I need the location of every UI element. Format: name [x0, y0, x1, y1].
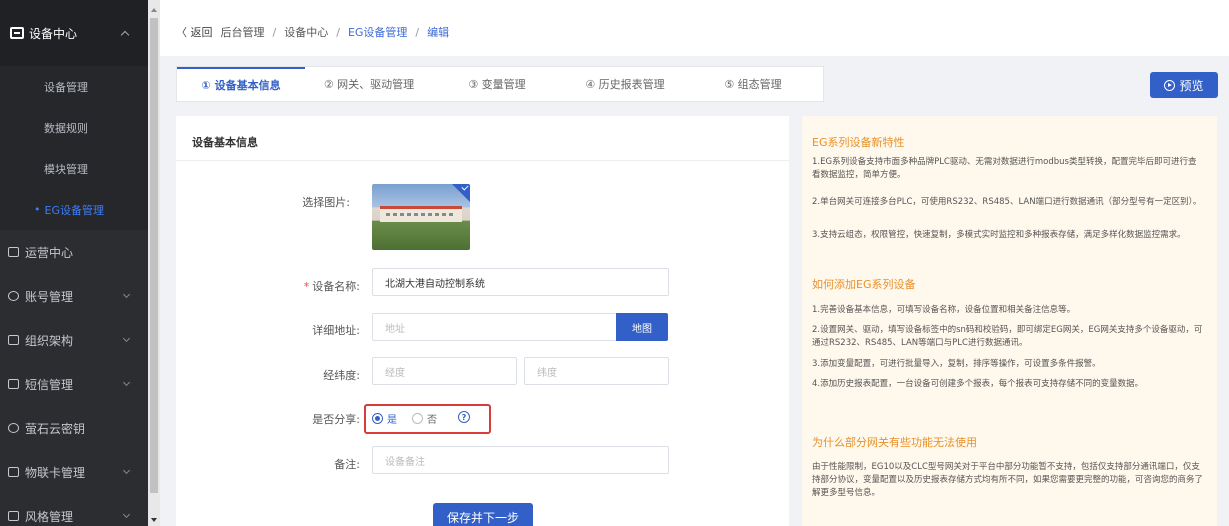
info-heading-features: EG系列设备新特性 [812, 136, 905, 149]
tab-variables[interactable]: ③ 变量管理 [433, 67, 561, 101]
latitude-input[interactable]: 纬度 [524, 357, 669, 385]
required-mark: * [303, 280, 310, 293]
share-yes-label: 是 [387, 415, 397, 426]
top-bar: 〈 返回 后台管理 / 设备中心 / EG设备管理 / 编辑 [160, 0, 1229, 56]
info-heading-how-to-add: 如何添加EG系列设备 [812, 278, 916, 291]
back-link[interactable]: 〈 返回 [176, 24, 213, 40]
preview-button[interactable]: 预览 [1150, 72, 1218, 98]
tab-history-reports[interactable]: ④ 历史报表管理 [561, 67, 689, 101]
play-circle-icon [1164, 79, 1176, 91]
scroll-down-arrow-icon[interactable] [151, 518, 157, 522]
users-icon [8, 291, 19, 301]
sidebar-scrollbar[interactable] [148, 0, 160, 526]
section-title: 设备基本信息 [192, 136, 258, 149]
address-label: 详细地址: [312, 324, 360, 337]
tab-configuration[interactable]: ⑤ 组态管理 [689, 67, 817, 101]
info-text: 2.单台网关可连接多台PLC，可使用RS232、RS485、LAN端口进行数据通… [812, 197, 1202, 207]
breadcrumb-separator: / [415, 25, 420, 39]
breadcrumb-item-edit: 编辑 [427, 26, 450, 39]
share-no-radio[interactable]: 否 [412, 411, 437, 426]
breadcrumb-item-eg-device[interactable]: EG设备管理 [348, 24, 407, 40]
device-image-picker[interactable] [372, 184, 470, 250]
address-input[interactable]: 地址 [372, 313, 617, 341]
sidebar-item-label: 萤石云密钥 [25, 421, 86, 436]
monitor-icon [10, 27, 24, 39]
chevron-down-icon [122, 290, 131, 299]
remark-input[interactable]: 设备备注 [372, 446, 669, 474]
sidebar: 设备中心 设备管理 数据规则 模块管理 EG设备管理 运营中心 账号管理 组织架… [0, 0, 148, 526]
share-no-label: 否 [427, 415, 437, 426]
card-icon [8, 467, 19, 477]
chevron-down-icon [122, 378, 131, 387]
info-text: 3.支持云组态，权限管控，快速复制，多模式实时监控和多种报表存储，满足多样化数据… [812, 230, 1186, 240]
tab-basic-info[interactable]: ① 设备基本信息 [177, 67, 305, 101]
info-text: 4.添加历史报表配置，一台设备可创建多个报表，每个报表可支持存储不同的变量数据。 [812, 379, 1144, 389]
breadcrumb-item-admin[interactable]: 后台管理 [221, 24, 265, 40]
map-button[interactable]: 地图 [616, 313, 668, 341]
share-yes-radio[interactable]: 是 [372, 411, 397, 426]
info-text: 1.EG系列设备支持市面多种品牌PLC驱动、无需对数据进行modbus类型转换，… [812, 157, 1197, 180]
sidebar-item-label: 物联卡管理 [25, 465, 86, 480]
breadcrumb-separator: / [272, 25, 277, 39]
org-chart-icon [8, 335, 19, 345]
scroll-up-arrow-icon[interactable] [151, 8, 157, 12]
radio-unchecked-icon [412, 413, 423, 424]
breadcrumb-item-device-center[interactable]: 设备中心 [284, 24, 328, 40]
info-text: 3.添加变量配置，可进行批量导入，复制，排序等操作，可设置多条件报警。 [812, 359, 1101, 369]
divider [176, 160, 789, 161]
info-text: 1.完善设备基本信息，可填写设备名称，设备位置和相关备注信息等。 [812, 305, 1076, 315]
info-heading-why-limited: 为什么部分网关有些功能无法使用 [812, 436, 977, 449]
sidebar-item-style[interactable]: 风格管理 [0, 494, 148, 526]
chevron-down-icon [122, 466, 131, 475]
chevron-down-icon [122, 334, 131, 343]
sidebar-item-org[interactable]: 组织架构 [0, 318, 148, 362]
share-label: 是否分享: [312, 413, 360, 426]
save-next-button[interactable]: 保存并下一步 [433, 503, 533, 526]
tab-gateway-driver[interactable]: ② 网关、驱动管理 [305, 67, 433, 101]
operations-icon [8, 247, 19, 257]
sidebar-group-device-center[interactable]: 设备中心 [0, 0, 148, 66]
sidebar-item-iot-card[interactable]: 物联卡管理 [0, 450, 148, 494]
help-icon[interactable]: ? [458, 411, 470, 423]
sidebar-group-label: 设备中心 [29, 26, 78, 41]
breadcrumb: 〈 返回 后台管理 / 设备中心 / EG设备管理 / 编辑 [176, 24, 449, 40]
sidebar-item-accounts[interactable]: 账号管理 [0, 274, 148, 318]
scroll-thumb[interactable] [150, 18, 158, 493]
info-text: 2.设置网关、驱动，填写设备标签中的sn码和校验码，即可绑定EG网关，EG网关支… [812, 325, 1203, 348]
grid-icon [8, 511, 19, 521]
step-tabs: ① 设备基本信息 ② 网关、驱动管理 ③ 变量管理 ④ 历史报表管理 ⑤ 组态管… [176, 66, 824, 102]
sidebar-item-eg-device[interactable]: EG设备管理 [0, 189, 148, 230]
building-thumbnail [380, 206, 462, 222]
sidebar-item-label: 风格管理 [25, 509, 74, 524]
breadcrumb-separator: / [336, 25, 340, 39]
sidebar-item-label: 短信管理 [25, 377, 74, 392]
sidebar-item-label: 组织架构 [25, 333, 74, 348]
coords-label: 经纬度: [323, 369, 360, 382]
sidebar-item-module-manage[interactable]: 模块管理 [0, 148, 148, 189]
message-icon [8, 379, 19, 389]
sidebar-item-ezviz-key[interactable]: 萤石云密钥 [0, 406, 148, 450]
name-label: * 设备名称: [240, 278, 360, 294]
sidebar-item-label: 运营中心 [25, 245, 74, 260]
preview-button-label: 预览 [1179, 78, 1204, 93]
sidebar-item-data-rules[interactable]: 数据规则 [0, 107, 148, 148]
sidebar-item-operations[interactable]: 运营中心 [0, 230, 148, 274]
image-label: 选择图片: [302, 196, 350, 209]
key-icon [8, 423, 19, 433]
info-panel: EG系列设备新特性 1.EG系列设备支持市面多种品牌PLC驱动、无需对数据进行m… [802, 116, 1217, 526]
chevron-down-icon [122, 510, 131, 519]
radio-checked-icon [372, 413, 383, 424]
info-text: 由于性能限制，EG10以及CLC型号网关对于平台中部分功能暂不支持，包括仅支持部… [812, 462, 1204, 498]
name-label-text: 设备名称: [312, 280, 360, 293]
chevron-up-icon [120, 30, 130, 40]
device-name-input[interactable]: 北湖大港自动控制系统 [372, 268, 669, 296]
sidebar-item-device-manage[interactable]: 设备管理 [0, 66, 148, 107]
sidebar-item-sms[interactable]: 短信管理 [0, 362, 148, 406]
remark-label: 备注: [334, 458, 360, 471]
sidebar-item-label: 账号管理 [25, 289, 74, 304]
longitude-input[interactable]: 经度 [372, 357, 517, 385]
